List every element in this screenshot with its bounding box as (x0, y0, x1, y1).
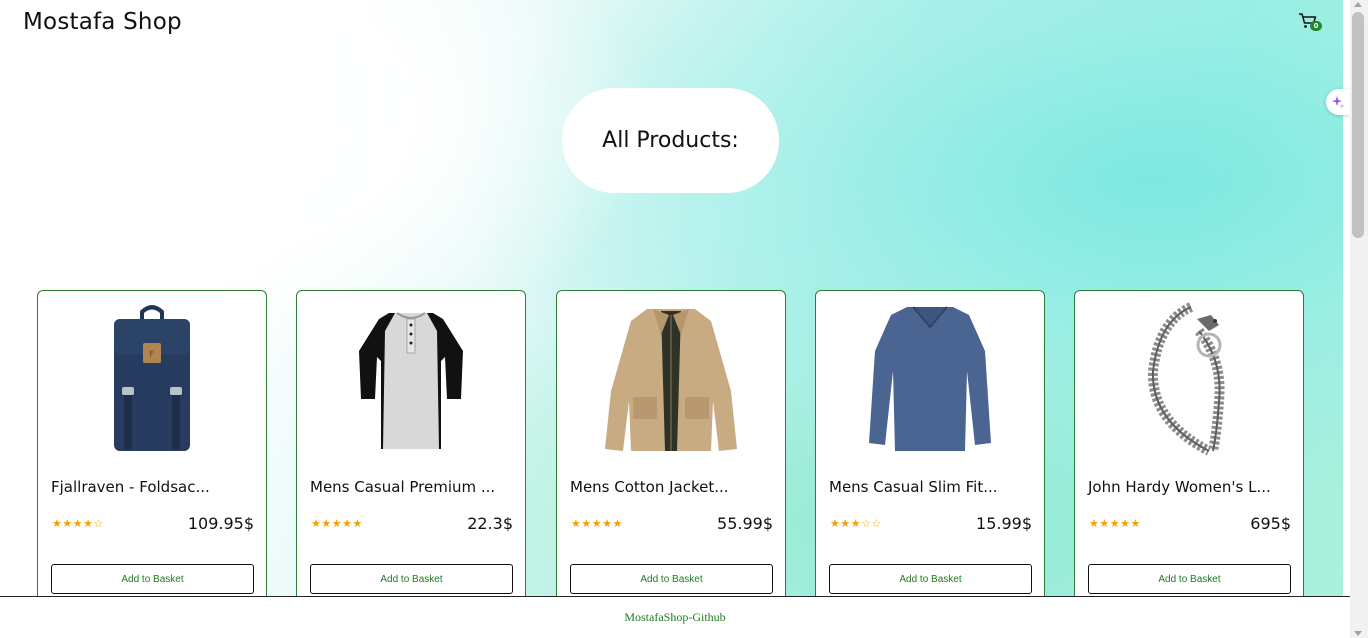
add-to-basket-button[interactable]: Add to Basket (310, 564, 513, 594)
brand-logo[interactable]: Mostafa Shop (23, 9, 182, 35)
backpack-image[interactable]: F (38, 301, 266, 461)
product-title[interactable]: John Hardy Women's L... (1088, 478, 1271, 496)
cart-button[interactable]: 0 (1298, 12, 1324, 34)
rating-stars: ★★★☆☆ (830, 517, 882, 530)
longsleeve-image[interactable] (816, 301, 1044, 461)
product-card[interactable]: John Hardy Women's L... ★★★★★ 695$ Add t… (1074, 290, 1304, 610)
product-price: 15.99$ (976, 514, 1032, 533)
rating-stars: ★★★★☆ (52, 517, 104, 530)
github-link[interactable]: MostafaShop-Github (624, 610, 725, 625)
add-to-basket-button[interactable]: Add to Basket (51, 564, 254, 594)
product-card[interactable]: F Fjallraven - Foldsac... ★★★★☆ 109.95$ … (37, 290, 267, 610)
product-title[interactable]: Mens Casual Slim Fit... (829, 478, 998, 496)
product-title[interactable]: Fjallraven - Foldsac... (51, 478, 210, 496)
section-heading: All Products: (562, 88, 779, 193)
product-title[interactable]: Mens Cotton Jacket... (570, 478, 729, 496)
scrollbar-thumb[interactable] (1352, 12, 1364, 238)
site-footer: MostafaShop-Github (0, 596, 1350, 638)
page-title: All Products: (602, 128, 739, 153)
rating-stars: ★★★★★ (311, 517, 363, 530)
rating-stars: ★★★★★ (571, 517, 623, 530)
rating-stars: ★★★★★ (1089, 517, 1141, 530)
product-price: 22.3$ (467, 514, 513, 533)
assistant-sparkle-button[interactable] (1326, 89, 1350, 115)
product-card[interactable]: Mens Casual Premium ... ★★★★★ 22.3$ Add … (296, 290, 526, 610)
scroll-down-arrow-icon[interactable] (1354, 631, 1362, 636)
site-header: Mostafa Shop 0 (0, 0, 1343, 50)
add-to-basket-button[interactable]: Add to Basket (829, 564, 1032, 594)
product-card[interactable]: Mens Casual Slim Fit... ★★★☆☆ 15.99$ Add… (815, 290, 1045, 610)
bracelet-image[interactable] (1075, 301, 1303, 461)
product-price: 695$ (1250, 514, 1291, 533)
scroll-up-arrow-icon[interactable] (1354, 2, 1362, 7)
product-price: 55.99$ (717, 514, 773, 533)
page-scrollbar[interactable] (1350, 0, 1368, 638)
cart-count-badge: 0 (1310, 21, 1322, 31)
product-price: 109.95$ (187, 514, 254, 533)
sparkle-icon (1332, 96, 1344, 108)
add-to-basket-button[interactable]: Add to Basket (570, 564, 773, 594)
jacket-image[interactable] (557, 301, 785, 461)
tshirt-image[interactable] (297, 301, 525, 461)
product-card[interactable]: Mens Cotton Jacket... ★★★★★ 55.99$ Add t… (556, 290, 786, 610)
product-title[interactable]: Mens Casual Premium ... (310, 478, 495, 496)
add-to-basket-button[interactable]: Add to Basket (1088, 564, 1291, 594)
svg-text:F: F (149, 350, 154, 360)
